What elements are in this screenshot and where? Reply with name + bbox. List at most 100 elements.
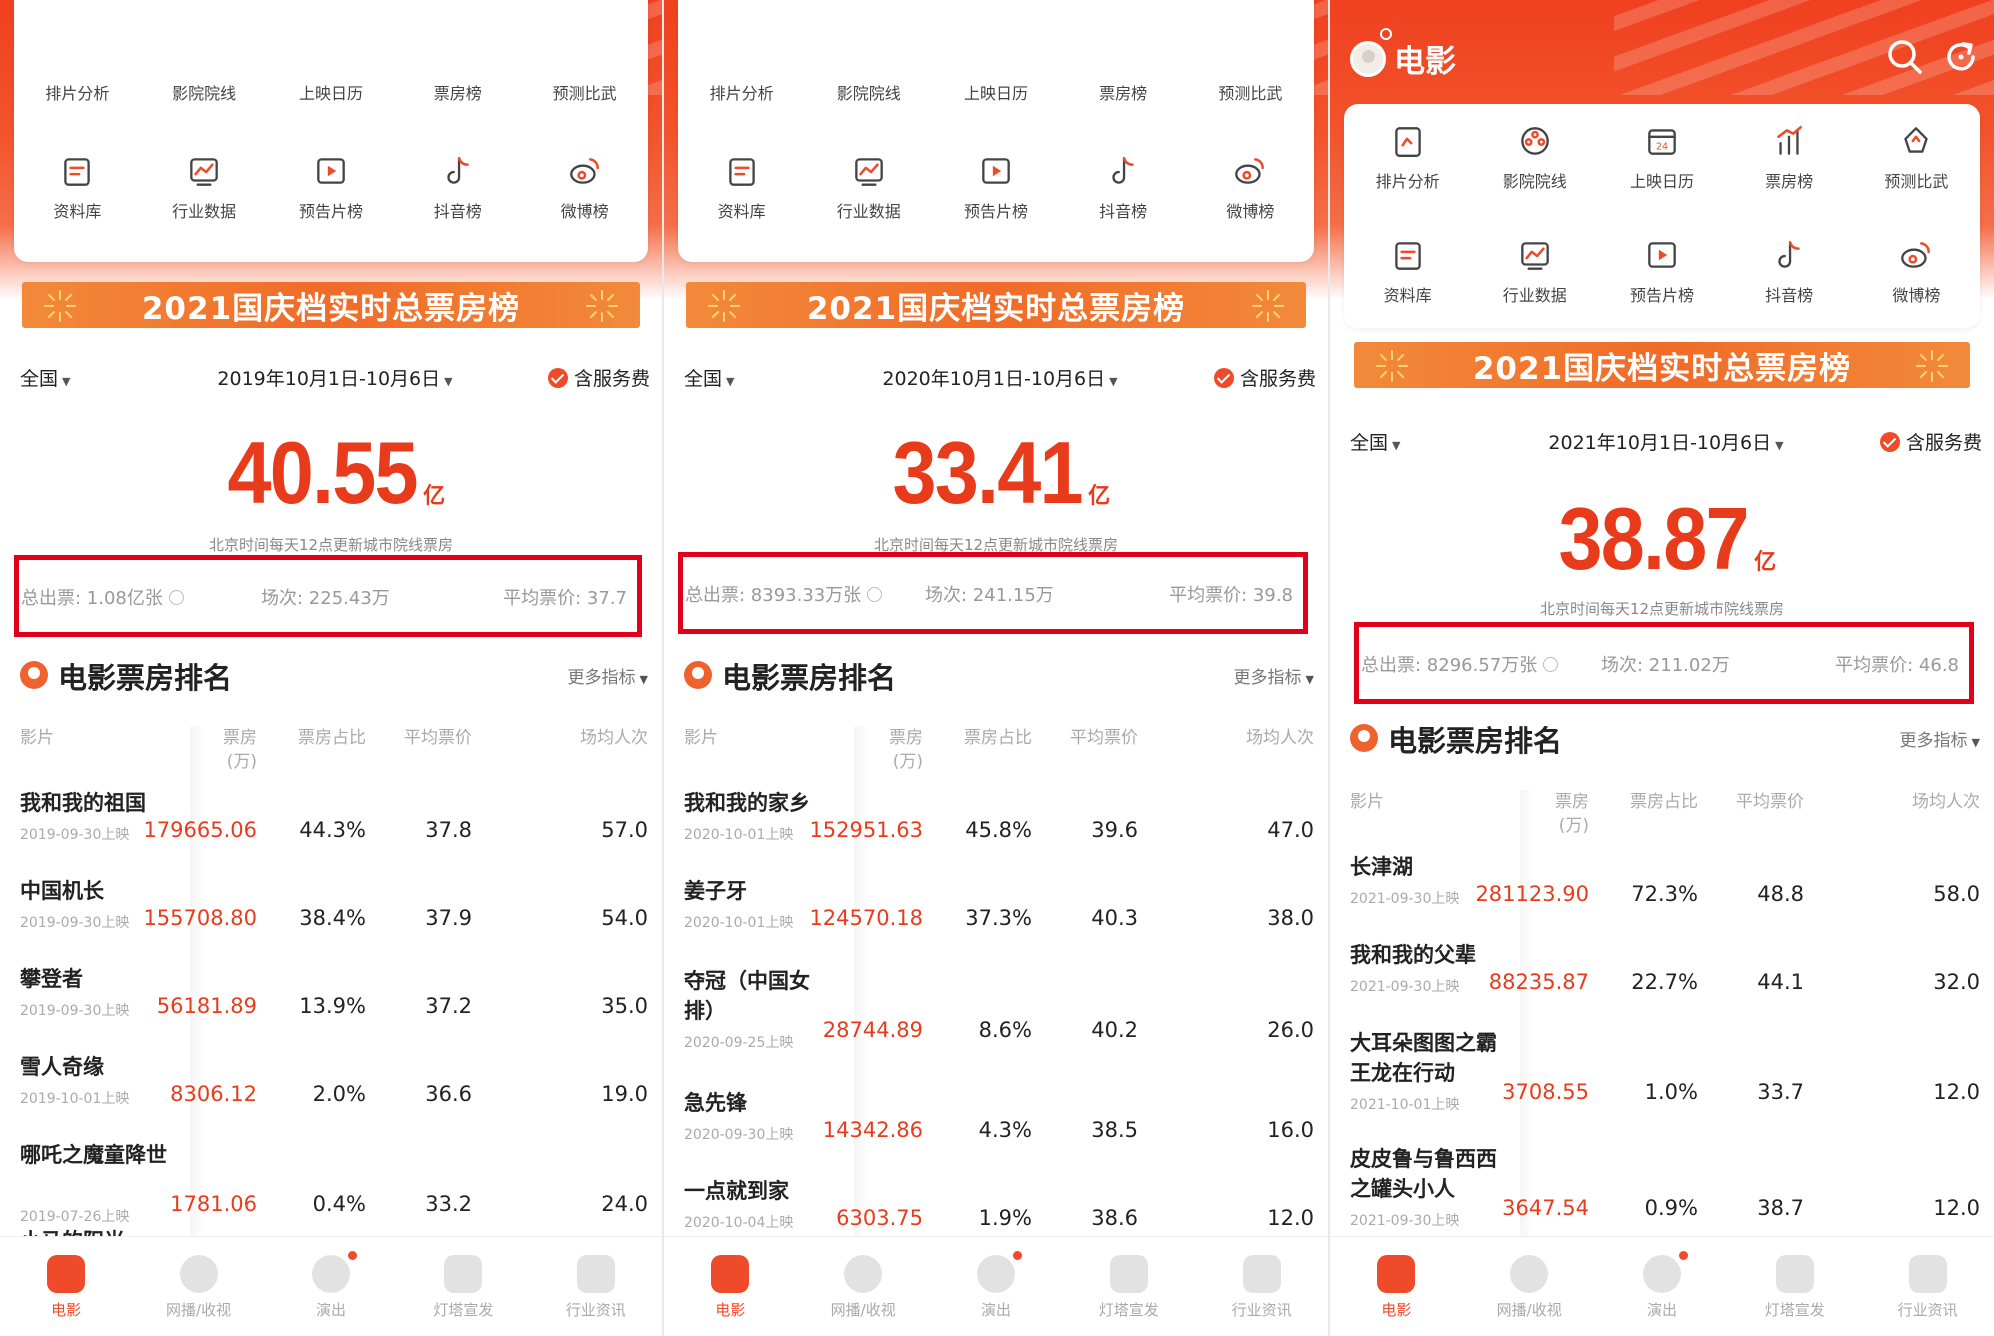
quick-entry-label: 影院院线 bbox=[836, 84, 901, 103]
quick-entry-item[interactable]: 预测比武 bbox=[1861, 122, 1971, 192]
total-tickets[interactable]: 总出票: 1.08亿张 bbox=[21, 584, 184, 610]
quick-entry-item[interactable]: 资料库 bbox=[687, 152, 797, 222]
refresh-icon[interactable] bbox=[1942, 38, 1980, 76]
quick-entry-item[interactable]: 资料库 bbox=[1353, 236, 1463, 306]
film-title[interactable]: 大耳朵图图之霸王龙在行动 bbox=[1350, 1028, 1500, 1088]
tab-news[interactable]: 行业资讯 bbox=[1873, 1237, 1983, 1336]
quick-entry-item[interactable]: 排片分析 bbox=[1353, 122, 1463, 192]
info-icon[interactable] bbox=[1543, 657, 1559, 672]
tab-lighthouse[interactable]: 灯塔宣发 bbox=[408, 1237, 518, 1336]
quick-entry-item[interactable]: 上映日历 bbox=[276, 80, 386, 104]
tab-news[interactable]: 行业资讯 bbox=[1207, 1237, 1317, 1336]
film-title[interactable]: 攀登者 bbox=[20, 964, 200, 994]
tab-lighthouse[interactable]: 灯塔宣发 bbox=[1740, 1237, 1850, 1336]
search-icon[interactable] bbox=[1886, 38, 1924, 76]
film-title[interactable]: 一点就到家 bbox=[684, 1176, 864, 1206]
service-fee-toggle[interactable]: 含服务费 bbox=[547, 364, 650, 391]
tab-streaming[interactable]: 网播/收视 bbox=[144, 1237, 254, 1336]
quick-entry-item[interactable]: 行业数据 bbox=[1480, 236, 1590, 306]
quick-entry-item[interactable]: 微博榜 bbox=[530, 152, 640, 222]
industry-data-icon bbox=[1520, 242, 1549, 270]
quick-entry-label: 预告片榜 bbox=[298, 202, 363, 221]
tab-label: 行业资讯 bbox=[565, 1301, 626, 1319]
film-title[interactable]: 我和我的家乡 bbox=[684, 788, 864, 818]
quick-entry-item[interactable]: 预测比武 bbox=[530, 80, 640, 104]
quick-entry-label: 上映日历 bbox=[298, 84, 363, 103]
chevron-down-icon: ▼ bbox=[1775, 439, 1784, 452]
header-avg-price: 平均票价 bbox=[404, 728, 472, 748]
tab-performance[interactable]: 演出 bbox=[276, 1237, 386, 1336]
quick-entry-item[interactable]: 上映日历 bbox=[941, 80, 1051, 104]
film-title[interactable]: 雪人奇缘 bbox=[20, 1052, 200, 1082]
quick-entry-item[interactable]: 预告片榜 bbox=[1607, 236, 1717, 306]
quick-entry-label: 预测比武 bbox=[1218, 84, 1283, 103]
more-metrics-link[interactable]: 更多指标 ▼ bbox=[1234, 663, 1314, 688]
total-tickets[interactable]: 总出票: 8393.33万张 bbox=[685, 581, 883, 607]
quick-entry-item[interactable]: 24 上映日历 bbox=[1607, 122, 1717, 192]
box-office-value: 152951.63 bbox=[809, 818, 923, 842]
quick-entry-item[interactable]: 预告片榜 bbox=[941, 152, 1051, 222]
film-title[interactable]: 我和我的父辈 bbox=[1350, 940, 1530, 970]
quick-entry-item[interactable]: 影院院线 bbox=[149, 80, 259, 104]
chevron-down-icon: ▼ bbox=[1971, 736, 1980, 749]
more-metrics-link[interactable]: 更多指标 ▼ bbox=[568, 663, 648, 688]
tab-streaming[interactable]: 网播/收视 bbox=[808, 1237, 918, 1336]
film-title[interactable]: 中国机长 bbox=[20, 876, 200, 906]
quick-entry-item[interactable]: 影院院线 bbox=[1480, 122, 1590, 192]
ranking-icon bbox=[684, 661, 712, 689]
film-title[interactable]: 哪吒之魔童降世 bbox=[20, 1140, 170, 1170]
quick-entry-item[interactable]: 排片分析 bbox=[687, 80, 797, 104]
tab-performance[interactable]: 演出 bbox=[941, 1237, 1051, 1336]
quick-entry-item[interactable]: 影院院线 bbox=[814, 80, 924, 104]
film-title[interactable]: 我和我的祖国 bbox=[20, 788, 200, 818]
douyin-icon bbox=[1778, 241, 1800, 268]
tab-movie[interactable]: 电影 bbox=[1341, 1237, 1451, 1336]
tab-label: 网播/收视 bbox=[1496, 1301, 1562, 1319]
film-title[interactable]: 急先锋 bbox=[684, 1088, 864, 1118]
service-fee-toggle[interactable]: 含服务费 bbox=[1213, 364, 1316, 391]
quick-entry-item[interactable]: 票房榜 bbox=[1734, 122, 1844, 192]
golden-week-banner[interactable]: 2021国庆档实时总票房榜 bbox=[22, 282, 640, 328]
tab-movie[interactable]: 电影 bbox=[675, 1237, 785, 1336]
film-title[interactable]: 姜子牙 bbox=[684, 876, 864, 906]
avatar[interactable] bbox=[1350, 40, 1386, 77]
ranking-table: 影片 票房 (万) 票房占比 平均票价 场均人次 我和我的祖国 2019-09-30… bbox=[0, 726, 662, 1266]
film-title[interactable]: 皮皮鲁与鲁西西之罐头小人 bbox=[1350, 1144, 1500, 1204]
share-value: 72.3% bbox=[1631, 882, 1698, 906]
quick-entry-item[interactable]: 行业数据 bbox=[149, 152, 259, 222]
quick-entry-item[interactable]: 预告片榜 bbox=[276, 152, 386, 222]
release-date: 2020-09-25上映 bbox=[684, 1035, 794, 1051]
quick-entry-item[interactable]: 预测比武 bbox=[1195, 80, 1305, 104]
quick-entry-item[interactable]: 票房榜 bbox=[403, 80, 513, 104]
header-box-office-label: 票房 bbox=[889, 728, 923, 748]
film-title[interactable]: 长津湖 bbox=[1350, 852, 1530, 882]
info-icon[interactable] bbox=[867, 587, 883, 602]
service-fee-toggle[interactable]: 含服务费 bbox=[1879, 428, 1982, 455]
info-icon[interactable] bbox=[168, 590, 184, 605]
tab-news[interactable]: 行业资讯 bbox=[541, 1237, 651, 1336]
quick-entry-item[interactable]: 票房榜 bbox=[1068, 80, 1178, 104]
quick-entry-item[interactable]: 抖音榜 bbox=[1734, 236, 1844, 306]
quick-entry-item[interactable]: 抖音榜 bbox=[403, 152, 513, 222]
total-box-office-value: 38.87 bbox=[1558, 489, 1749, 588]
header-film: 影片 bbox=[1350, 792, 1384, 812]
quick-entry-item[interactable]: 排片分析 bbox=[22, 80, 132, 104]
tab-lighthouse[interactable]: 灯塔宣发 bbox=[1074, 1237, 1184, 1336]
app-logo[interactable]: 电影 bbox=[1350, 28, 1456, 81]
mic-icon bbox=[311, 1255, 350, 1293]
total-tickets[interactable]: 总出票: 8296.57万张 bbox=[1361, 651, 1559, 677]
quick-entry-item[interactable]: 资料库 bbox=[22, 152, 132, 222]
tab-streaming[interactable]: 网播/收视 bbox=[1474, 1237, 1584, 1336]
update-note: 北京时间每天12点更新城市院线票房 bbox=[1539, 600, 1785, 618]
industry-data-icon bbox=[190, 158, 219, 186]
more-metrics-link[interactable]: 更多指标 ▼ bbox=[1900, 726, 1980, 751]
golden-week-banner[interactable]: 2021国庆档实时总票房榜 bbox=[1354, 342, 1970, 388]
golden-week-banner[interactable]: 2021国庆档实时总票房榜 bbox=[686, 282, 1306, 328]
tab-movie[interactable]: 电影 bbox=[11, 1237, 121, 1336]
quick-entry-item[interactable]: 微博榜 bbox=[1861, 236, 1971, 306]
quick-entry-item[interactable]: 微博榜 bbox=[1195, 152, 1305, 222]
quick-entry-item[interactable]: 行业数据 bbox=[814, 152, 924, 222]
quick-entry-item[interactable]: 抖音榜 bbox=[1068, 152, 1178, 222]
tab-performance[interactable]: 演出 bbox=[1607, 1237, 1717, 1336]
film-title[interactable]: 夺冠（中国女排） bbox=[684, 966, 834, 1026]
